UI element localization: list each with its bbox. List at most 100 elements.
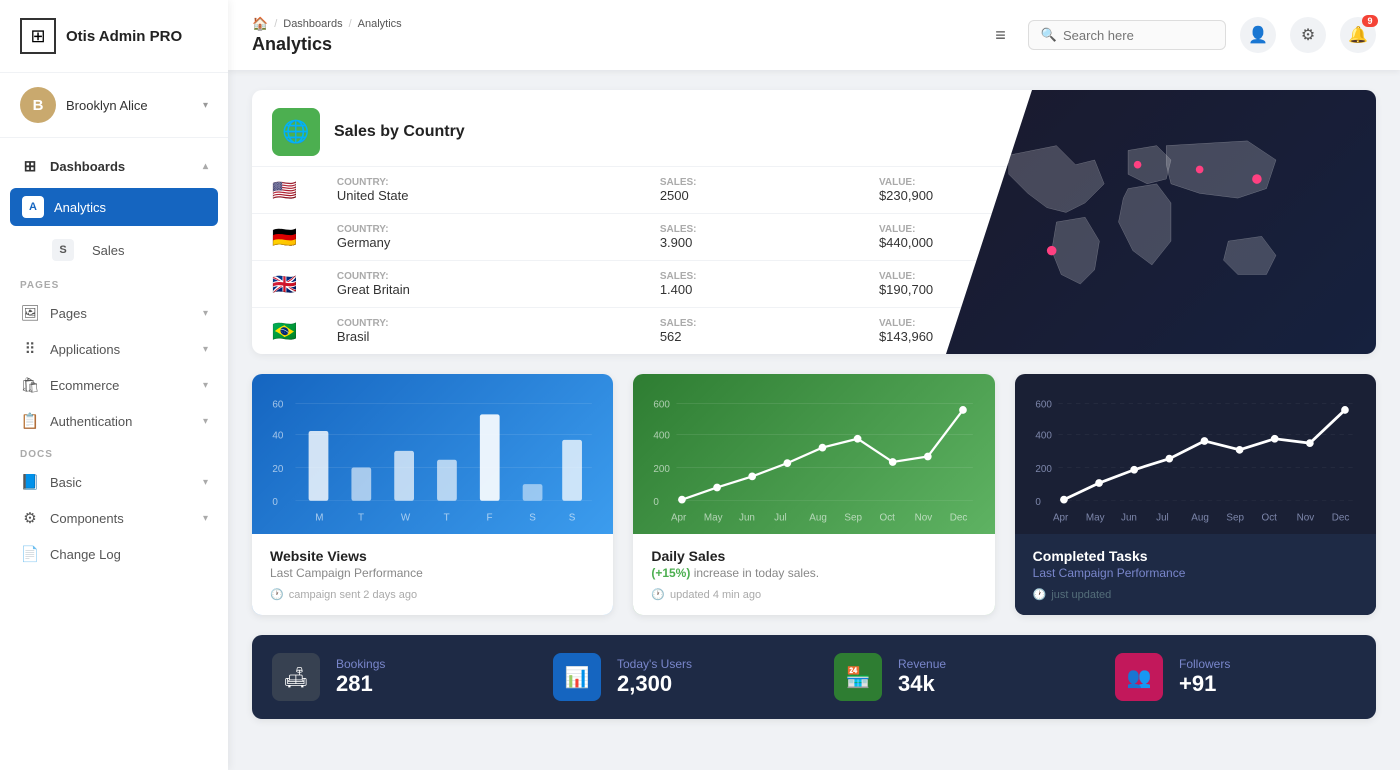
- section-docs-title: DOCS: [0, 439, 228, 464]
- sidebar-nav: ⊞ Dashboards ▴ A Analytics S Sales PAGES…: [0, 138, 228, 770]
- page-title: Analytics: [252, 34, 973, 55]
- notifications-button[interactable]: 🔔 9: [1340, 17, 1376, 53]
- settings-button[interactable]: ⚙: [1290, 17, 1326, 53]
- notification-badge: 9: [1362, 15, 1378, 27]
- sidebar-item-dashboards[interactable]: ⊞ Dashboards ▴: [0, 148, 228, 184]
- header: 🏠 / Dashboards / Analytics Analytics ≡ 🔍…: [228, 0, 1400, 70]
- completed-tasks-chart: 600 400 200 0: [1015, 374, 1376, 534]
- stats-row: 🛋 Bookings 281 📊 Today's Users 2,300 🏪 R…: [252, 635, 1376, 719]
- svg-text:Sep: Sep: [845, 513, 863, 524]
- menu-icon[interactable]: ≡: [989, 19, 1012, 52]
- profile-icon: 👤: [1248, 25, 1268, 45]
- svg-text:Aug: Aug: [1191, 513, 1209, 524]
- map-dot-asia: [1252, 174, 1262, 184]
- stat-label: Revenue: [898, 657, 946, 671]
- sidebar-item-analytics[interactable]: A Analytics: [10, 188, 218, 226]
- website-views-title: Website Views: [270, 548, 595, 564]
- app-logo: ⊞ Otis Admin PRO: [0, 0, 228, 73]
- svg-text:T: T: [358, 513, 364, 524]
- svg-text:Sep: Sep: [1226, 513, 1244, 524]
- country-flag: 🇧🇷: [252, 308, 317, 355]
- svg-text:Nov: Nov: [915, 513, 933, 524]
- svg-text:F: F: [486, 513, 492, 524]
- website-views-footer: 🕐 campaign sent 2 days ago: [270, 588, 595, 601]
- svg-text:200: 200: [1035, 464, 1052, 475]
- map-dot-europe: [1134, 161, 1142, 169]
- chevron-right-icon: ▾: [203, 380, 208, 391]
- website-views-chart: 60 40 20 0: [252, 374, 613, 534]
- main-content: 🏠 / Dashboards / Analytics Analytics ≡ 🔍…: [228, 0, 1400, 770]
- svg-text:Apr: Apr: [1053, 513, 1069, 524]
- breadcrumb-analytics: Analytics: [358, 18, 402, 30]
- sidebar-item-basic[interactable]: 📘 Basic ▾: [0, 464, 228, 500]
- stat-value: 281: [336, 671, 385, 697]
- daily-sales-info: Daily Sales (+15%) increase in today sal…: [633, 534, 994, 615]
- search-icon: 🔍: [1041, 27, 1057, 43]
- svg-text:May: May: [704, 513, 723, 524]
- sidebar-item-components[interactable]: ⚙ Components ▾: [0, 500, 228, 536]
- stat-label: Today's Users: [617, 657, 692, 671]
- svg-text:M: M: [315, 513, 323, 524]
- sidebar-item-applications[interactable]: ⠿ Applications ▾: [0, 331, 228, 367]
- user-name: Brooklyn Alice: [66, 98, 193, 113]
- globe-icon: 🌐: [272, 108, 320, 156]
- svg-text:0: 0: [272, 497, 278, 508]
- applications-icon: ⠿: [20, 340, 40, 358]
- sidebar-label-analytics: Analytics: [54, 200, 206, 215]
- country-flag: 🇺🇸: [252, 167, 317, 214]
- svg-text:W: W: [401, 513, 411, 524]
- gear-icon: ⚙: [1301, 25, 1315, 45]
- svg-text:Oct: Oct: [1261, 513, 1277, 524]
- completed-tasks-card: 600 400 200 0: [1015, 374, 1376, 615]
- sidebar-item-sales[interactable]: S Sales: [0, 230, 228, 270]
- sidebar-item-pages[interactable]: 🖼 Pages ▾: [0, 295, 228, 331]
- svg-text:600: 600: [654, 400, 671, 411]
- website-views-info: Website Views Last Campaign Performance …: [252, 534, 613, 615]
- stat-icon: 👥: [1115, 653, 1163, 701]
- sales-letter-icon: S: [52, 239, 74, 261]
- svg-text:Aug: Aug: [810, 513, 828, 524]
- completed-tasks-title: Completed Tasks: [1033, 548, 1358, 564]
- stat-icon: 🛋: [272, 653, 320, 701]
- svg-text:600: 600: [1035, 400, 1052, 411]
- sales-country-title: Sales by Country: [334, 123, 465, 141]
- changelog-icon: 📄: [20, 545, 40, 563]
- sidebar-item-authentication[interactable]: 📋 Authentication ▾: [0, 403, 228, 439]
- header-actions: 🔍 👤 ⚙ 🔔 9: [1028, 17, 1376, 53]
- sidebar-label-sales: Sales: [92, 243, 208, 258]
- search-box[interactable]: 🔍: [1028, 20, 1226, 50]
- sidebar-label-ecommerce: Ecommerce: [50, 378, 193, 393]
- profile-button[interactable]: 👤: [1240, 17, 1276, 53]
- basic-icon: 📘: [20, 473, 40, 491]
- country-flag: 🇬🇧: [252, 261, 317, 308]
- sidebar-item-ecommerce[interactable]: 🛍 Ecommerce ▾: [0, 367, 228, 403]
- daily-sales-title: Daily Sales: [651, 548, 976, 564]
- section-pages-title: PAGES: [0, 270, 228, 295]
- pages-icon: 🖼: [20, 304, 40, 322]
- svg-text:400: 400: [654, 431, 671, 442]
- stat-label: Followers: [1179, 657, 1230, 671]
- completed-tasks-subtitle: Last Campaign Performance: [1033, 566, 1358, 580]
- completed-tasks-footer: 🕐 just updated: [1033, 588, 1358, 601]
- user-profile[interactable]: B Brooklyn Alice ▾: [0, 73, 228, 138]
- website-views-svg: 60 40 20 0: [268, 390, 597, 534]
- sidebar-label-components: Components: [50, 511, 193, 526]
- daily-sales-subtitle: (+15%) increase in today sales.: [651, 566, 976, 580]
- svg-text:May: May: [1086, 513, 1105, 524]
- sidebar-item-changelog[interactable]: 📄 Change Log: [0, 536, 228, 572]
- dashboards-icon: ⊞: [20, 157, 40, 175]
- sidebar: ⊞ Otis Admin PRO B Brooklyn Alice ▾ ⊞ Da…: [0, 0, 228, 770]
- svg-text:S: S: [569, 513, 576, 524]
- avatar: B: [20, 87, 56, 123]
- svg-text:200: 200: [654, 464, 671, 475]
- svg-text:Jun: Jun: [1121, 513, 1137, 524]
- country-flag: 🇩🇪: [252, 214, 317, 261]
- stat-value: 34k: [898, 671, 946, 697]
- stat-card: 🏪 Revenue 34k: [814, 635, 1095, 719]
- stat-card: 🛋 Bookings 281: [252, 635, 533, 719]
- content-area: 🌐 Sales by Country 🇺🇸 Country: United St…: [228, 70, 1400, 770]
- website-views-card: 60 40 20 0: [252, 374, 613, 615]
- chevron-down-icon: ▾: [203, 100, 208, 111]
- sidebar-label-applications: Applications: [50, 342, 193, 357]
- search-input[interactable]: [1063, 28, 1213, 43]
